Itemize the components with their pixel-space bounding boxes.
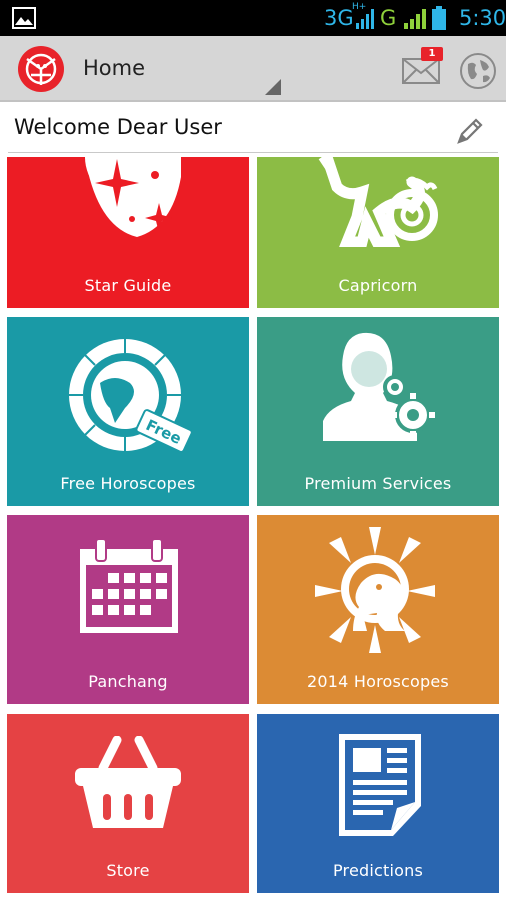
- leo-sun-icon: [315, 527, 435, 653]
- signal-strength-icon: [356, 9, 374, 29]
- network-type-2-label: G: [380, 6, 397, 30]
- screen-title[interactable]: Home: [83, 56, 145, 80]
- zodiac-wheel-free-icon: Free: [69, 339, 193, 453]
- document-icon: [339, 734, 421, 836]
- tile-panchang[interactable]: Panchang: [7, 515, 249, 704]
- zodiac-stars-icon: [85, 157, 181, 237]
- tile-capricorn[interactable]: Capricorn: [257, 157, 499, 308]
- tile-star-guide[interactable]: Star Guide: [7, 157, 249, 308]
- status-bar: 3G H+ G 5:30: [0, 0, 506, 36]
- divider: [8, 152, 498, 153]
- tile-2014-horoscopes[interactable]: 2014 Horoscopes: [257, 515, 499, 704]
- capricorn-icon: [318, 157, 438, 247]
- clock: 5:30: [459, 6, 506, 30]
- user-gears-icon: [323, 332, 435, 441]
- tile-label: Predictions: [332, 861, 424, 880]
- tile-label: Premium Services: [304, 474, 452, 493]
- basket-icon: [75, 736, 181, 828]
- tile-store[interactable]: Store: [7, 714, 249, 893]
- notification-badge: 1: [421, 47, 443, 61]
- tile-label: Panchang: [88, 672, 168, 691]
- tile-label: Star Guide: [84, 276, 172, 295]
- app-bar: Home 1: [0, 36, 506, 102]
- welcome-bar: Welcome Dear User: [0, 104, 506, 152]
- edit-pencil-icon[interactable]: [455, 116, 485, 146]
- calendar-icon: [80, 539, 178, 633]
- spinner-indicator-icon[interactable]: [265, 79, 281, 95]
- tile-label: Free Horoscopes: [60, 474, 196, 493]
- tile-free-horoscopes[interactable]: Free Free Horoscopes: [7, 317, 249, 506]
- globe-icon[interactable]: [459, 52, 497, 90]
- tile-label: Store: [106, 861, 150, 880]
- battery-icon: [432, 6, 446, 30]
- signal-strength-2-icon: [404, 9, 426, 29]
- tile-label: 2014 Horoscopes: [307, 672, 449, 691]
- tile-label: Capricorn: [338, 276, 418, 295]
- gallery-notification-icon: [12, 7, 36, 29]
- tile-predictions[interactable]: Predictions: [257, 714, 499, 893]
- tile-premium-services[interactable]: Premium Services: [257, 317, 499, 506]
- app-logo-icon[interactable]: [17, 45, 65, 93]
- welcome-text: Welcome Dear User: [14, 115, 222, 139]
- network-type-label: 3G: [324, 6, 354, 30]
